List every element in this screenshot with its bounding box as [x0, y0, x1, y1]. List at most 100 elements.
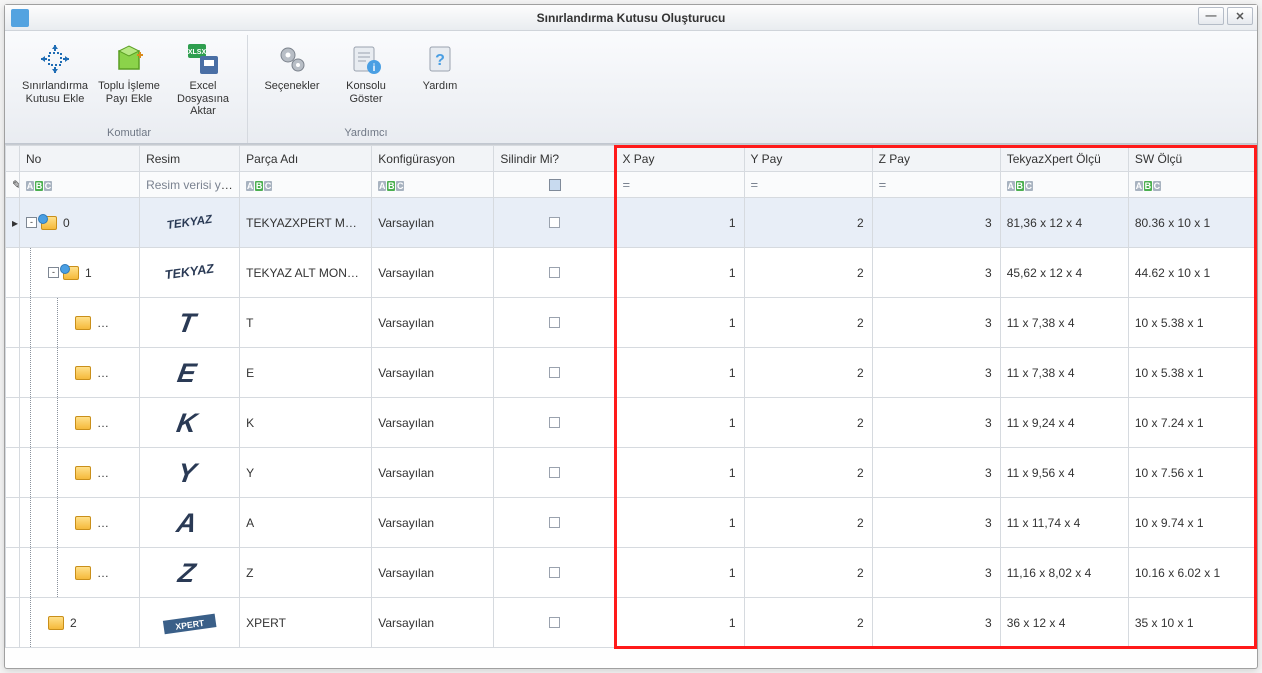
cell-tx[interactable]: 11,16 x 8,02 x 4 — [1000, 548, 1128, 598]
cell-conf[interactable]: Varsayılan — [372, 598, 494, 648]
col-image[interactable]: Resim — [140, 146, 240, 172]
cell-sw[interactable]: 10 x 7.24 x 1 — [1128, 398, 1256, 448]
table-row[interactable]: …YYVarsayılan12311 x 9,56 x 410 x 7.56 x… — [6, 448, 1257, 498]
cell-sw[interactable]: 80.36 x 10 x 1 — [1128, 198, 1256, 248]
cell-z[interactable]: 3 — [872, 398, 1000, 448]
cell-sw[interactable]: 10.16 x 6.02 x 1 — [1128, 548, 1256, 598]
filter-sw[interactable]: ABC — [1128, 172, 1256, 198]
cylinder-checkbox[interactable] — [549, 267, 560, 278]
cell-conf[interactable]: Varsayılan — [372, 248, 494, 298]
cell-y[interactable]: 2 — [744, 348, 872, 398]
cell-x[interactable]: 1 — [616, 448, 744, 498]
cell-x[interactable]: 1 — [616, 498, 744, 548]
cell-no[interactable]: … — [20, 448, 140, 498]
table-row[interactable]: …ZZVarsayılan12311,16 x 8,02 x 410.16 x … — [6, 548, 1257, 598]
cell-tx[interactable]: 11 x 9,56 x 4 — [1000, 448, 1128, 498]
cell-name[interactable]: TEKYAZ ALT MON… — [240, 248, 372, 298]
table-row[interactable]: …AAVarsayılan12311 x 11,74 x 410 x 9.74 … — [6, 498, 1257, 548]
col-y[interactable]: Y Pay — [744, 146, 872, 172]
cell-z[interactable]: 3 — [872, 248, 1000, 298]
table-row[interactable]: …KKVarsayılan12311 x 9,24 x 410 x 7.24 x… — [6, 398, 1257, 448]
cell-x[interactable]: 1 — [616, 198, 744, 248]
cell-conf[interactable]: Varsayılan — [372, 198, 494, 248]
cell-name[interactable]: XPERT — [240, 598, 372, 648]
col-conf[interactable]: Konfigürasyon — [372, 146, 494, 172]
cell-x[interactable]: 1 — [616, 548, 744, 598]
cell-name[interactable]: Z — [240, 548, 372, 598]
cell-cyl[interactable] — [494, 598, 616, 648]
cell-no[interactable]: … — [20, 548, 140, 598]
cylinder-checkbox[interactable] — [549, 467, 560, 478]
cell-tx[interactable]: 81,36 x 12 x 4 — [1000, 198, 1128, 248]
cylinder-checkbox[interactable] — [549, 417, 560, 428]
cylinder-checkbox[interactable] — [549, 217, 560, 228]
cell-cyl[interactable] — [494, 548, 616, 598]
tree-toggle[interactable]: - — [48, 267, 59, 278]
cell-tx[interactable]: 11 x 7,38 x 4 — [1000, 298, 1128, 348]
cell-sw[interactable]: 10 x 7.56 x 1 — [1128, 448, 1256, 498]
cell-cyl[interactable] — [494, 498, 616, 548]
cell-sw[interactable]: 10 x 5.38 x 1 — [1128, 298, 1256, 348]
cell-z[interactable]: 3 — [872, 198, 1000, 248]
table-row[interactable]: 2XPERTXPERTVarsayılan12336 x 12 x 435 x … — [6, 598, 1257, 648]
cell-name[interactable]: K — [240, 398, 372, 448]
filter-x[interactable]: = — [616, 172, 744, 198]
cell-z[interactable]: 3 — [872, 448, 1000, 498]
cell-name[interactable]: Y — [240, 448, 372, 498]
cell-name[interactable]: A — [240, 498, 372, 548]
filter-image[interactable]: Resim verisi yok — [140, 172, 240, 198]
cell-sw[interactable]: 35 x 10 x 1 — [1128, 598, 1256, 648]
table-row[interactable]: …TTVarsayılan12311 x 7,38 x 410 x 5.38 x… — [6, 298, 1257, 348]
table-row[interactable]: -1TEKYAZTEKYAZ ALT MON…Varsayılan12345,6… — [6, 248, 1257, 298]
cell-no[interactable]: 2 — [20, 598, 140, 648]
cell-sw[interactable]: 10 x 9.74 x 1 — [1128, 498, 1256, 548]
add-bounding-box-button[interactable]: SınırlandırmaKutusu Ekle — [19, 35, 91, 123]
cell-sw[interactable]: 10 x 5.38 x 1 — [1128, 348, 1256, 398]
cell-name[interactable]: T — [240, 298, 372, 348]
cell-conf[interactable]: Varsayılan — [372, 448, 494, 498]
show-console-button[interactable]: i KonsoluGöster — [330, 35, 402, 123]
cell-no[interactable]: -0 — [20, 198, 140, 248]
cell-sw[interactable]: 44.62 x 10 x 1 — [1128, 248, 1256, 298]
cell-y[interactable]: 2 — [744, 198, 872, 248]
cell-cyl[interactable] — [494, 348, 616, 398]
cell-name[interactable]: E — [240, 348, 372, 398]
cell-cyl[interactable] — [494, 198, 616, 248]
col-cyl[interactable]: Silindir Mi? — [494, 146, 616, 172]
cell-tx[interactable]: 11 x 11,74 x 4 — [1000, 498, 1128, 548]
export-excel-button[interactable]: XLSX Excel DosyasınaAktar — [167, 35, 239, 123]
grid-container[interactable]: No Resim Parça Adı Konfigürasyon Silindi… — [5, 144, 1257, 668]
cell-z[interactable]: 3 — [872, 498, 1000, 548]
help-button[interactable]: ? Yardım — [404, 35, 476, 123]
cell-cyl[interactable] — [494, 398, 616, 448]
cell-tx[interactable]: 36 x 12 x 4 — [1000, 598, 1128, 648]
cell-no[interactable]: … — [20, 498, 140, 548]
cell-z[interactable]: 3 — [872, 598, 1000, 648]
cell-conf[interactable]: Varsayılan — [372, 498, 494, 548]
cell-cyl[interactable] — [494, 298, 616, 348]
cell-y[interactable]: 2 — [744, 498, 872, 548]
table-row[interactable]: ▸-0TEKYAZTEKYAZXPERT MO…Varsayılan12381,… — [6, 198, 1257, 248]
col-no[interactable]: No — [20, 146, 140, 172]
col-z[interactable]: Z Pay — [872, 146, 1000, 172]
cell-no[interactable]: … — [20, 348, 140, 398]
cell-x[interactable]: 1 — [616, 298, 744, 348]
cell-cyl[interactable] — [494, 448, 616, 498]
cell-z[interactable]: 3 — [872, 348, 1000, 398]
cell-x[interactable]: 1 — [616, 598, 744, 648]
cell-tx[interactable]: 11 x 7,38 x 4 — [1000, 348, 1128, 398]
cell-conf[interactable]: Varsayılan — [372, 298, 494, 348]
filter-y[interactable]: = — [744, 172, 872, 198]
cell-conf[interactable]: Varsayılan — [372, 548, 494, 598]
filter-name[interactable]: ABC — [240, 172, 372, 198]
cell-conf[interactable]: Varsayılan — [372, 398, 494, 448]
table-row[interactable]: …EEVarsayılan12311 x 7,38 x 410 x 5.38 x… — [6, 348, 1257, 398]
cell-x[interactable]: 1 — [616, 398, 744, 448]
cell-tx[interactable]: 11 x 9,24 x 4 — [1000, 398, 1128, 448]
cell-no[interactable]: -1 — [20, 248, 140, 298]
close-button[interactable]: ✕ — [1227, 7, 1253, 25]
cell-z[interactable]: 3 — [872, 548, 1000, 598]
cylinder-checkbox[interactable] — [549, 617, 560, 628]
filter-conf[interactable]: ABC — [372, 172, 494, 198]
cell-y[interactable]: 2 — [744, 598, 872, 648]
